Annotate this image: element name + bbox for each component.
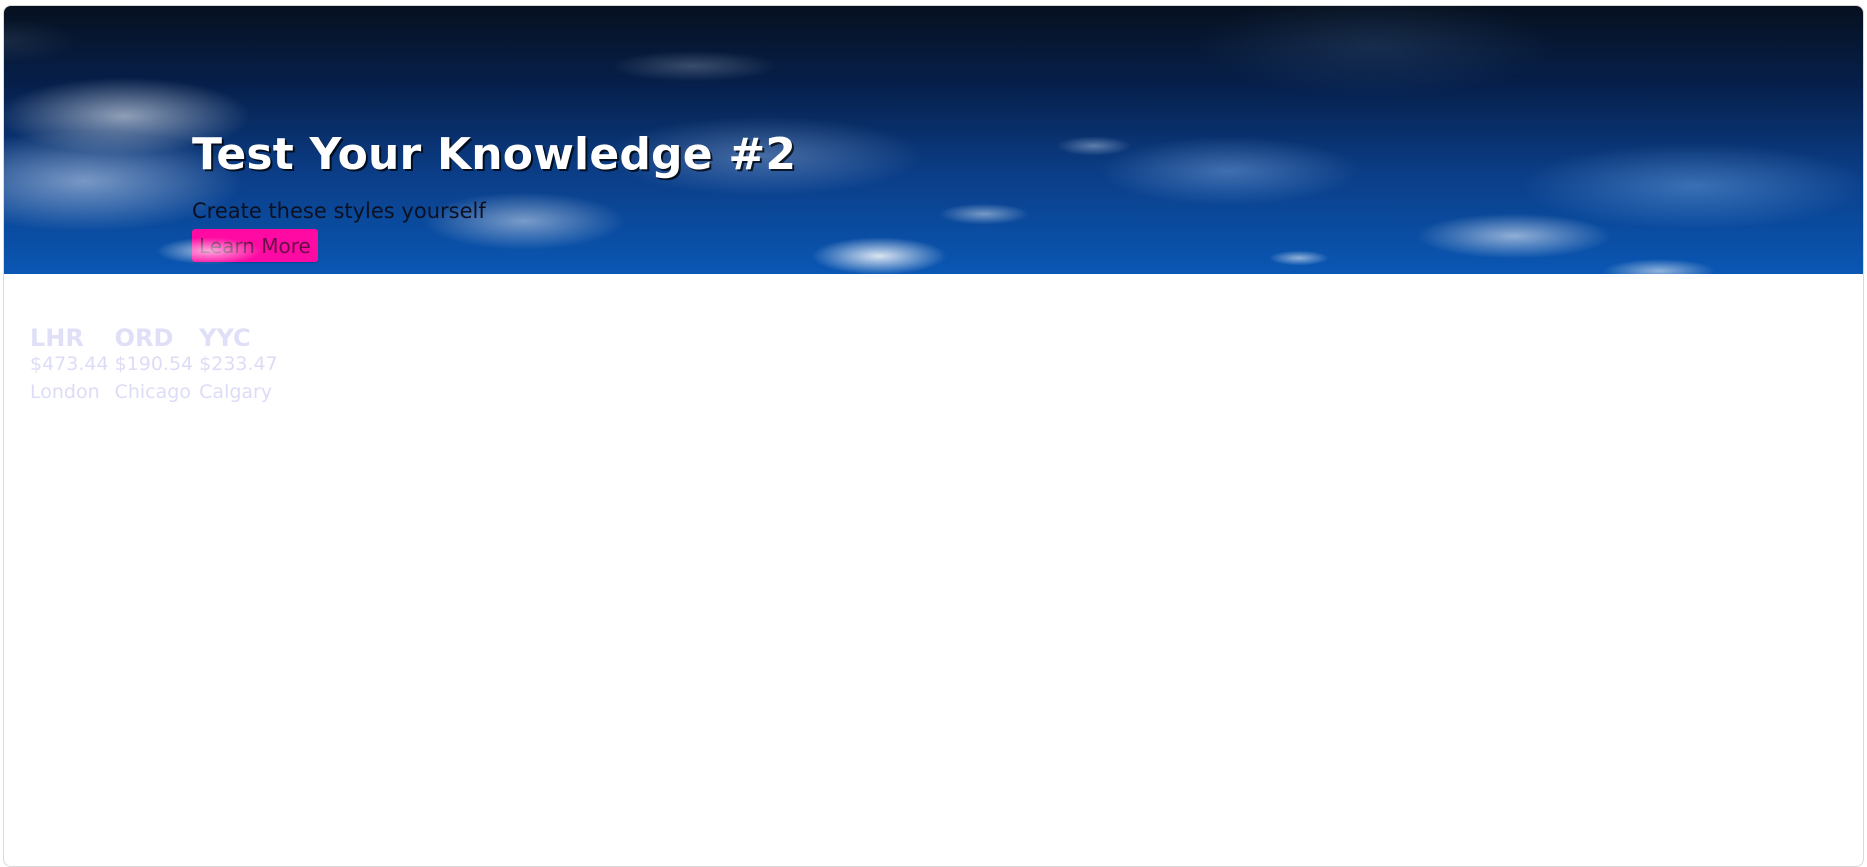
hero-subtitle: Create these styles yourself [192,199,486,224]
airport-price: $190.54 [114,353,194,376]
airport-code: YYC [199,324,251,352]
hero-title: Test Your Knowledge #2 [192,129,797,180]
airport-code: LHR [30,324,84,352]
hero-banner: Test Your Knowledge #2 Create these styl… [4,6,1863,274]
hero-content: Test Your Knowledge #2 Create these styl… [192,129,1092,263]
page-frame: Test Your Knowledge #2 Create these styl… [3,5,1864,867]
airport-price: $233.47 [199,353,278,376]
airport-item-ord: ORD $190.54 Chicago [114,324,194,406]
airport-city: London [30,380,100,403]
airport-item-lhr: LHR $473.44 London [30,324,109,406]
airport-item-yyc: YYC $233.47 Calgary [199,324,278,406]
airport-code: ORD [114,324,174,352]
airport-city: Calgary [199,380,273,403]
learn-more-button[interactable]: Learn More [192,229,318,263]
airport-city: Chicago [114,380,191,403]
airport-price: $473.44 [30,353,109,376]
airport-list: LHR $473.44 London ORD $190.54 Chicago Y… [30,324,278,406]
airport-content: LHR $473.44 London ORD $190.54 Chicago Y… [30,324,278,406]
